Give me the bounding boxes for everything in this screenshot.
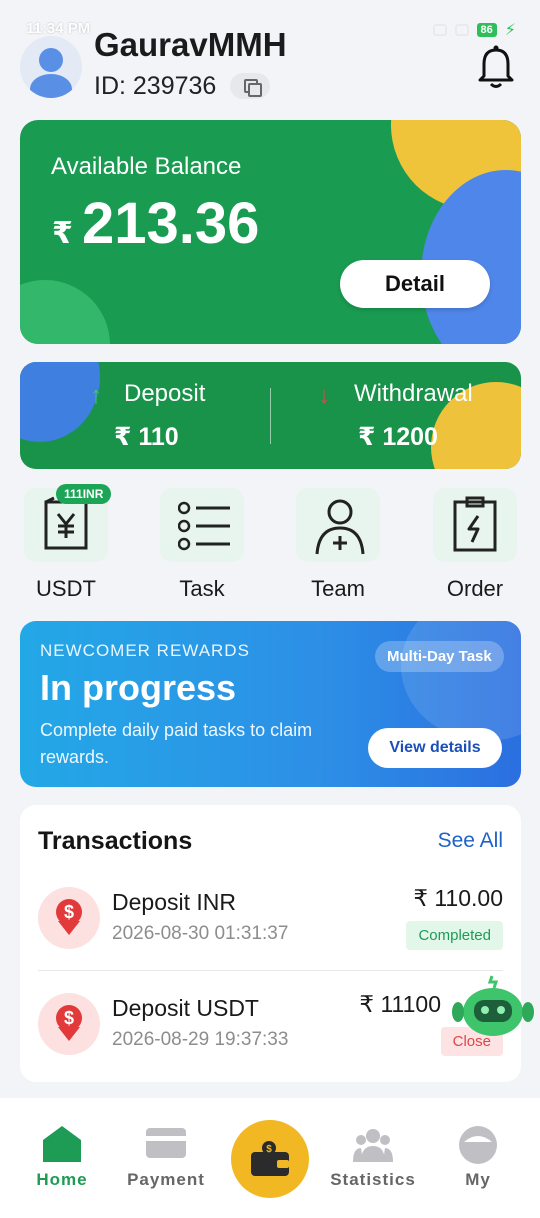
svg-text:$: $ [266,1144,272,1155]
avatar-head [39,48,63,72]
withdrawal-label: Withdrawal [354,380,473,407]
quick-action-usdt[interactable]: USDT [24,488,108,608]
transactions-card: Transactions See All $ Deposit INR 2026-… [20,805,521,1082]
status-badge: Completed [406,921,503,950]
quick-action-task[interactable]: Task [160,488,244,608]
nav-my[interactable]: My [428,1098,528,1218]
signal-icon [454,24,469,36]
divider [270,388,271,444]
balance-amount: 213.36 [82,191,260,256]
avatar[interactable] [20,36,82,98]
chatbot-icon[interactable] [452,970,534,1042]
deposit-label: Deposit [124,380,206,407]
people-icon [353,1129,393,1162]
card-icon [146,1128,186,1158]
quick-action-label: Order [446,576,504,601]
list-icon [178,501,230,551]
nav-label: Payment [127,1170,205,1189]
quick-action-box [433,488,517,562]
decor-circle [401,621,521,741]
username: GauravMMH [94,26,287,63]
bell-icon[interactable] [470,42,522,90]
home-icon [43,1126,81,1162]
quick-action-team[interactable]: Team [296,488,380,608]
detail-button[interactable]: Detail [340,260,490,308]
status-time: 11:34 PM [26,20,91,37]
balance-card: Available Balance ₹ 213.36 Detail [20,120,521,344]
deposit-withdrawal-card[interactable]: ↑ Deposit ₹ 110 ↓ Withdrawal ₹ 1200 [20,362,521,469]
quick-action-label: USDT [36,576,96,601]
transaction-row[interactable]: $ Deposit USDT 2026-08-29 19:37:33 ₹ 111… [20,991,521,1093]
rewards-title: In progress [40,667,237,708]
add-user-icon [315,499,365,555]
balance-label: Available Balance [51,153,242,180]
transaction-name: Deposit USDT [112,995,259,1021]
wallet-button[interactable]: $ [231,1120,309,1198]
deposit-value: ₹ 110 [114,423,179,451]
deposit-icon: $ [38,993,100,1055]
arrow-down-icon [58,1027,80,1041]
transaction-amount: ₹ 110.00 [413,885,503,911]
deposit-icon: $ [38,887,100,949]
arrow-down-icon: ↓ [318,382,330,409]
decor-circle [20,280,110,344]
view-details-button[interactable]: View details [368,728,502,768]
usdt-badge: 111INR [56,484,112,504]
copy-id-button[interactable] [230,73,270,99]
transaction-amount: ₹ 11100 [359,991,441,1017]
nav-payment[interactable]: Payment [116,1098,216,1218]
transaction-row[interactable]: $ Deposit INR 2026-08-30 01:31:37 ₹ 110.… [20,885,521,987]
nav-label: Statistics [330,1170,416,1189]
transaction-name: Deposit INR [112,889,236,915]
arrow-down-icon [58,921,80,935]
transactions-title: Transactions [38,827,193,855]
battery-icon: 86 [476,23,497,37]
profile-icon [459,1126,497,1164]
charging-icon: ⚡ [504,22,516,39]
rewards-description: Complete daily paid tasks to claim rewar… [40,720,313,767]
transaction-date: 2026-08-30 01:31:37 [112,923,289,944]
transaction-date: 2026-08-29 19:37:33 [112,1029,289,1050]
arrow-up-icon: ↑ [90,382,102,409]
quick-action-box [296,488,380,562]
status-icons: 86 ⚡ [432,20,516,40]
nav-label: Home [36,1170,88,1189]
quick-action-order[interactable]: Order [433,488,517,608]
wallet-icon: $ [251,1141,289,1176]
multi-day-task-tag: Multi-Day Task [375,641,504,672]
user-id: ID: 239736 [94,72,217,100]
divider [38,970,503,971]
nav-statistics[interactable]: Statistics [323,1098,423,1218]
bottom-nav: Home Payment $ Statistics My [0,1098,540,1218]
nav-home[interactable]: Home [12,1098,112,1218]
decor-circle [20,362,100,442]
receipt-yen-icon [44,496,88,550]
newcomer-rewards-banner[interactable]: NEWCOMER REWARDS In progress Complete da… [20,621,521,787]
quick-action-label: Team [311,576,365,601]
withdrawal-value: ₹ 1200 [358,423,438,451]
currency-symbol: ₹ [52,217,73,250]
avatar-body [30,74,72,98]
clipboard-bolt-icon [453,496,497,552]
quick-action-label: Task [179,576,225,601]
quick-action-box [160,488,244,562]
alarm-icon [432,24,447,36]
nav-label: My [465,1170,491,1189]
see-all-link[interactable]: See All [438,829,503,853]
rewards-kicker: NEWCOMER REWARDS [40,641,250,660]
